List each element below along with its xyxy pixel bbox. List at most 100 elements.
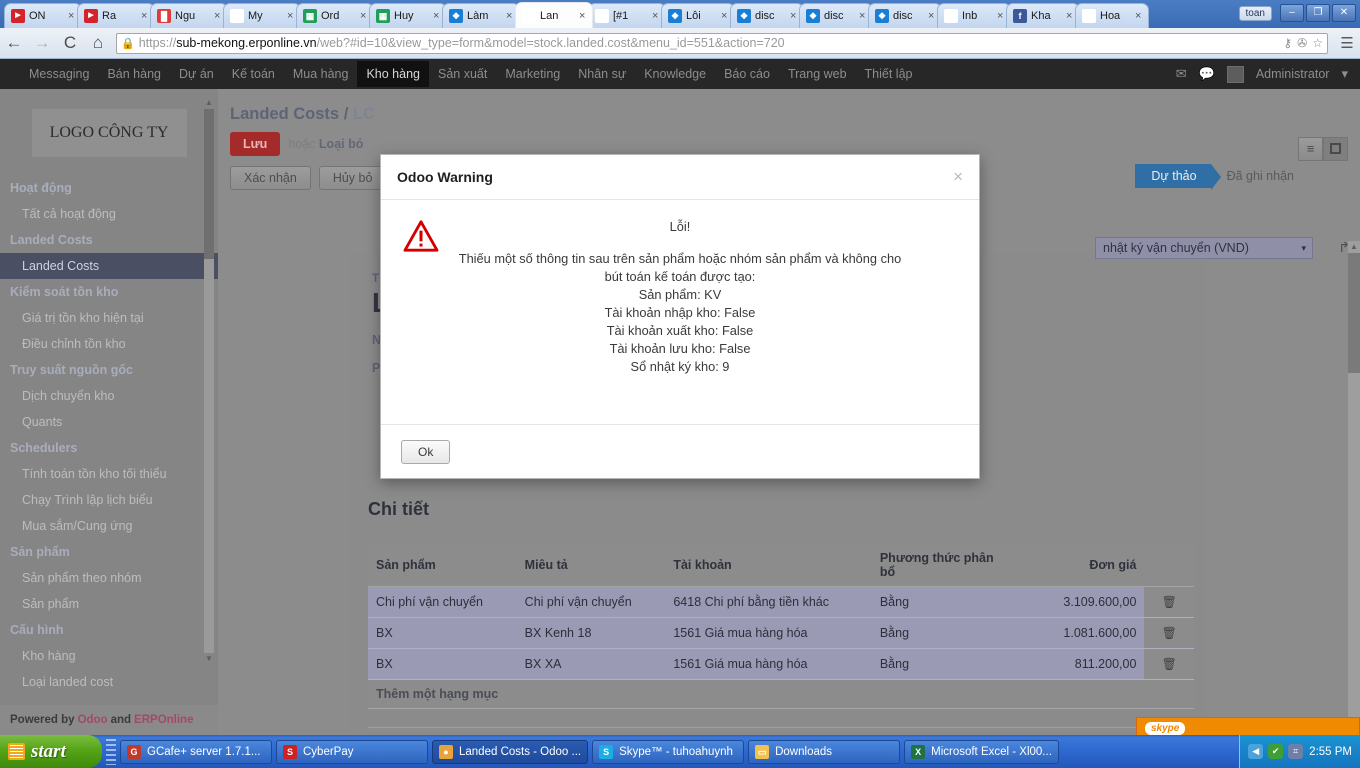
tab-close-icon[interactable]: × (579, 10, 588, 22)
table-cell-price[interactable]: 1.081.600,00 (1012, 617, 1145, 649)
table-cell-account[interactable]: 1561 Giá mua hàng hóa (665, 617, 872, 649)
browser-tab-5[interactable]: ▦ Huy × (369, 3, 447, 28)
browser-tab-13[interactable]: M Inb × (937, 3, 1011, 28)
reload-icon[interactable]: C (56, 33, 84, 53)
table-cell-description[interactable]: BX Kenh 18 (516, 617, 666, 649)
network-icon[interactable]: ⌗ (1288, 744, 1304, 759)
table-cell-price[interactable]: 3.109.600,00 (1012, 586, 1145, 618)
taskbar-button-1[interactable]: S CyberPay (276, 739, 428, 764)
app-menu-item-2[interactable]: Dự án (170, 61, 223, 87)
chat-icon[interactable]: 💬 (1199, 66, 1215, 82)
browser-tab-9[interactable]: ❖ Lỗi × (661, 3, 735, 28)
chevron-down-icon[interactable]: ▾ (1341, 66, 1348, 82)
home-icon[interactable]: ⌂ (84, 33, 112, 53)
app-menu-item-7[interactable]: Marketing (496, 61, 569, 87)
tab-close-icon[interactable]: × (997, 10, 1006, 22)
table-cell-method[interactable]: Bằng (871, 617, 1013, 649)
table-cell-method[interactable]: Bằng (871, 648, 1013, 680)
app-menu-item-1[interactable]: Bán hàng (98, 61, 170, 87)
app-menu-item-4[interactable]: Mua hàng (284, 61, 358, 87)
app-menu-item-8[interactable]: Nhân sự (569, 61, 635, 87)
cancel-button[interactable]: Hủy bỏ (318, 166, 387, 190)
main-scroll-thumb[interactable] (1348, 253, 1360, 373)
erponline-brand-link[interactable]: ERPOnline (134, 714, 193, 726)
table-row[interactable]: BX BX XA 1561 Giá mua hàng hóa Bằng 811.200,… (368, 648, 1194, 680)
sidebar-item-16[interactable]: Sản phẩm (0, 591, 218, 617)
forward-icon[interactable]: → (28, 33, 56, 53)
browser-tab-2[interactable]: ▐▌ Ngu × (150, 3, 228, 28)
app-menu-item-12[interactable]: Thiết lập (856, 61, 922, 87)
browser-tab-14[interactable]: f Kha × (1006, 3, 1080, 28)
table-cell-product[interactable]: Chi phí vận chuyển (368, 586, 517, 618)
discard-button[interactable]: Loại bỏ (319, 137, 363, 151)
table-cell-description[interactable]: BX XA (516, 648, 666, 680)
tab-close-icon[interactable]: × (68, 10, 77, 22)
taskbar-button-2[interactable]: ● Landed Costs - Odoo ... (432, 739, 589, 764)
taskbar-button-3[interactable]: S Skype™ - tuhoahuynh (592, 739, 745, 764)
browser-tab-7[interactable]: O Lan × (515, 2, 593, 28)
start-button[interactable]: start (0, 735, 102, 768)
journal-select[interactable]: nhật ký vận chuyển (VND) ▾ (1095, 237, 1313, 259)
address-bar[interactable]: 🔒 https://sub-mekong.erponline.vn/web?#i… (116, 32, 1328, 54)
close-window-button[interactable]: ✕ (1332, 4, 1356, 22)
browser-tab-1[interactable]: Ra × (77, 3, 155, 28)
shield-icon[interactable]: ✔ (1268, 744, 1284, 759)
sidebar-scroll-up-icon[interactable]: ▲ (204, 97, 214, 109)
sidebar-item-1[interactable]: Tất cả hoạt động (0, 201, 218, 227)
sidebar-item-5[interactable]: Giá trị tồn kho hiện tại (0, 305, 218, 331)
browser-tab-6[interactable]: ❖ Làm × (442, 3, 520, 28)
app-menu-item-5[interactable]: Kho hàng (357, 61, 429, 87)
table-cell-account[interactable]: 6418 Chi phí bằng tiền khác (665, 586, 872, 618)
table-cell-product[interactable]: BX (368, 648, 517, 680)
chrome-profile-chip[interactable]: toan (1238, 5, 1272, 21)
table-row[interactable]: Chi phí vận chuyển Chi phí vận chuyển 6418… (368, 586, 1194, 618)
sidebar-item-18[interactable]: Kho hàng (0, 643, 218, 669)
add-item-label[interactable]: Thêm một hạng mục (368, 680, 1194, 709)
sidebar-item-19[interactable]: Loại landed cost (0, 669, 218, 695)
sidebar-scrollbar[interactable]: ▲ ▼ (204, 97, 214, 665)
sidebar-scroll-down-icon[interactable]: ▼ (204, 653, 214, 665)
tab-close-icon[interactable]: × (287, 10, 296, 22)
translate-icon[interactable]: ✇ (1297, 36, 1307, 50)
close-icon[interactable]: × (953, 167, 963, 187)
password-key-icon[interactable]: ⚷ (1283, 36, 1292, 50)
sidebar-item-3[interactable]: Landed Costs (0, 253, 218, 279)
sidebar-item-9[interactable]: Quants (0, 409, 218, 435)
browser-tab-4[interactable]: ▦ Ord × (296, 3, 374, 28)
sidebar-scroll-thumb[interactable] (204, 109, 214, 259)
restore-button[interactable]: ❐ (1306, 4, 1330, 22)
browser-tab-15[interactable]: O Hoa × (1075, 3, 1149, 28)
clock[interactable]: 2:55 PM (1309, 746, 1352, 758)
tab-close-icon[interactable]: × (506, 10, 515, 22)
sidebar-item-12[interactable]: Chạy Trình lập lịch biểu (0, 487, 218, 513)
breadcrumb-root[interactable]: Landed Costs (230, 105, 339, 123)
status-step-1[interactable]: Đã ghi nhận (1211, 164, 1308, 188)
chrome-menu-icon[interactable]: ☰ (1334, 34, 1360, 52)
delete-row-icon[interactable]: 🗑 (1144, 648, 1194, 680)
app-menu-item-9[interactable]: Knowledge (635, 61, 715, 87)
table-cell-account[interactable]: 1561 Giá mua hàng hóa (665, 648, 872, 680)
app-menu-item-10[interactable]: Báo cáo (715, 61, 779, 87)
show-hidden-icon[interactable]: ◀ (1248, 744, 1264, 759)
sidebar-item-11[interactable]: Tính toán tồn kho tối thiểu (0, 461, 218, 487)
tab-close-icon[interactable]: × (1066, 10, 1075, 22)
ok-button[interactable]: Ok (401, 439, 451, 464)
taskbar-button-4[interactable]: ▭ Downloads (748, 739, 901, 764)
app-menu-item-3[interactable]: Kế toán (223, 61, 284, 87)
tab-close-icon[interactable]: × (1135, 10, 1144, 22)
delete-row-icon[interactable]: 🗑 (1144, 617, 1194, 649)
sidebar-item-15[interactable]: Sản phẩm theo nhóm (0, 565, 218, 591)
tab-close-icon[interactable]: × (928, 10, 937, 22)
browser-tab-12[interactable]: ❖ disc × (868, 3, 942, 28)
mail-icon[interactable]: ✉ (1176, 66, 1187, 82)
taskbar-button-5[interactable]: X Microsoft Excel - Xl00... (904, 739, 1059, 764)
table-cell-price[interactable]: 811.200,00 (1012, 648, 1145, 680)
browser-tab-3[interactable]: △ My × (223, 3, 301, 28)
browser-tab-8[interactable]: M [#1 × (588, 3, 666, 28)
tab-close-icon[interactable]: × (360, 10, 369, 22)
save-button[interactable]: Lưu (230, 132, 281, 156)
minimize-button[interactable]: – (1280, 4, 1304, 22)
tab-close-icon[interactable]: × (859, 10, 868, 22)
add-item-row[interactable]: Thêm một hạng mục (368, 680, 1194, 709)
tab-close-icon[interactable]: × (652, 10, 661, 22)
